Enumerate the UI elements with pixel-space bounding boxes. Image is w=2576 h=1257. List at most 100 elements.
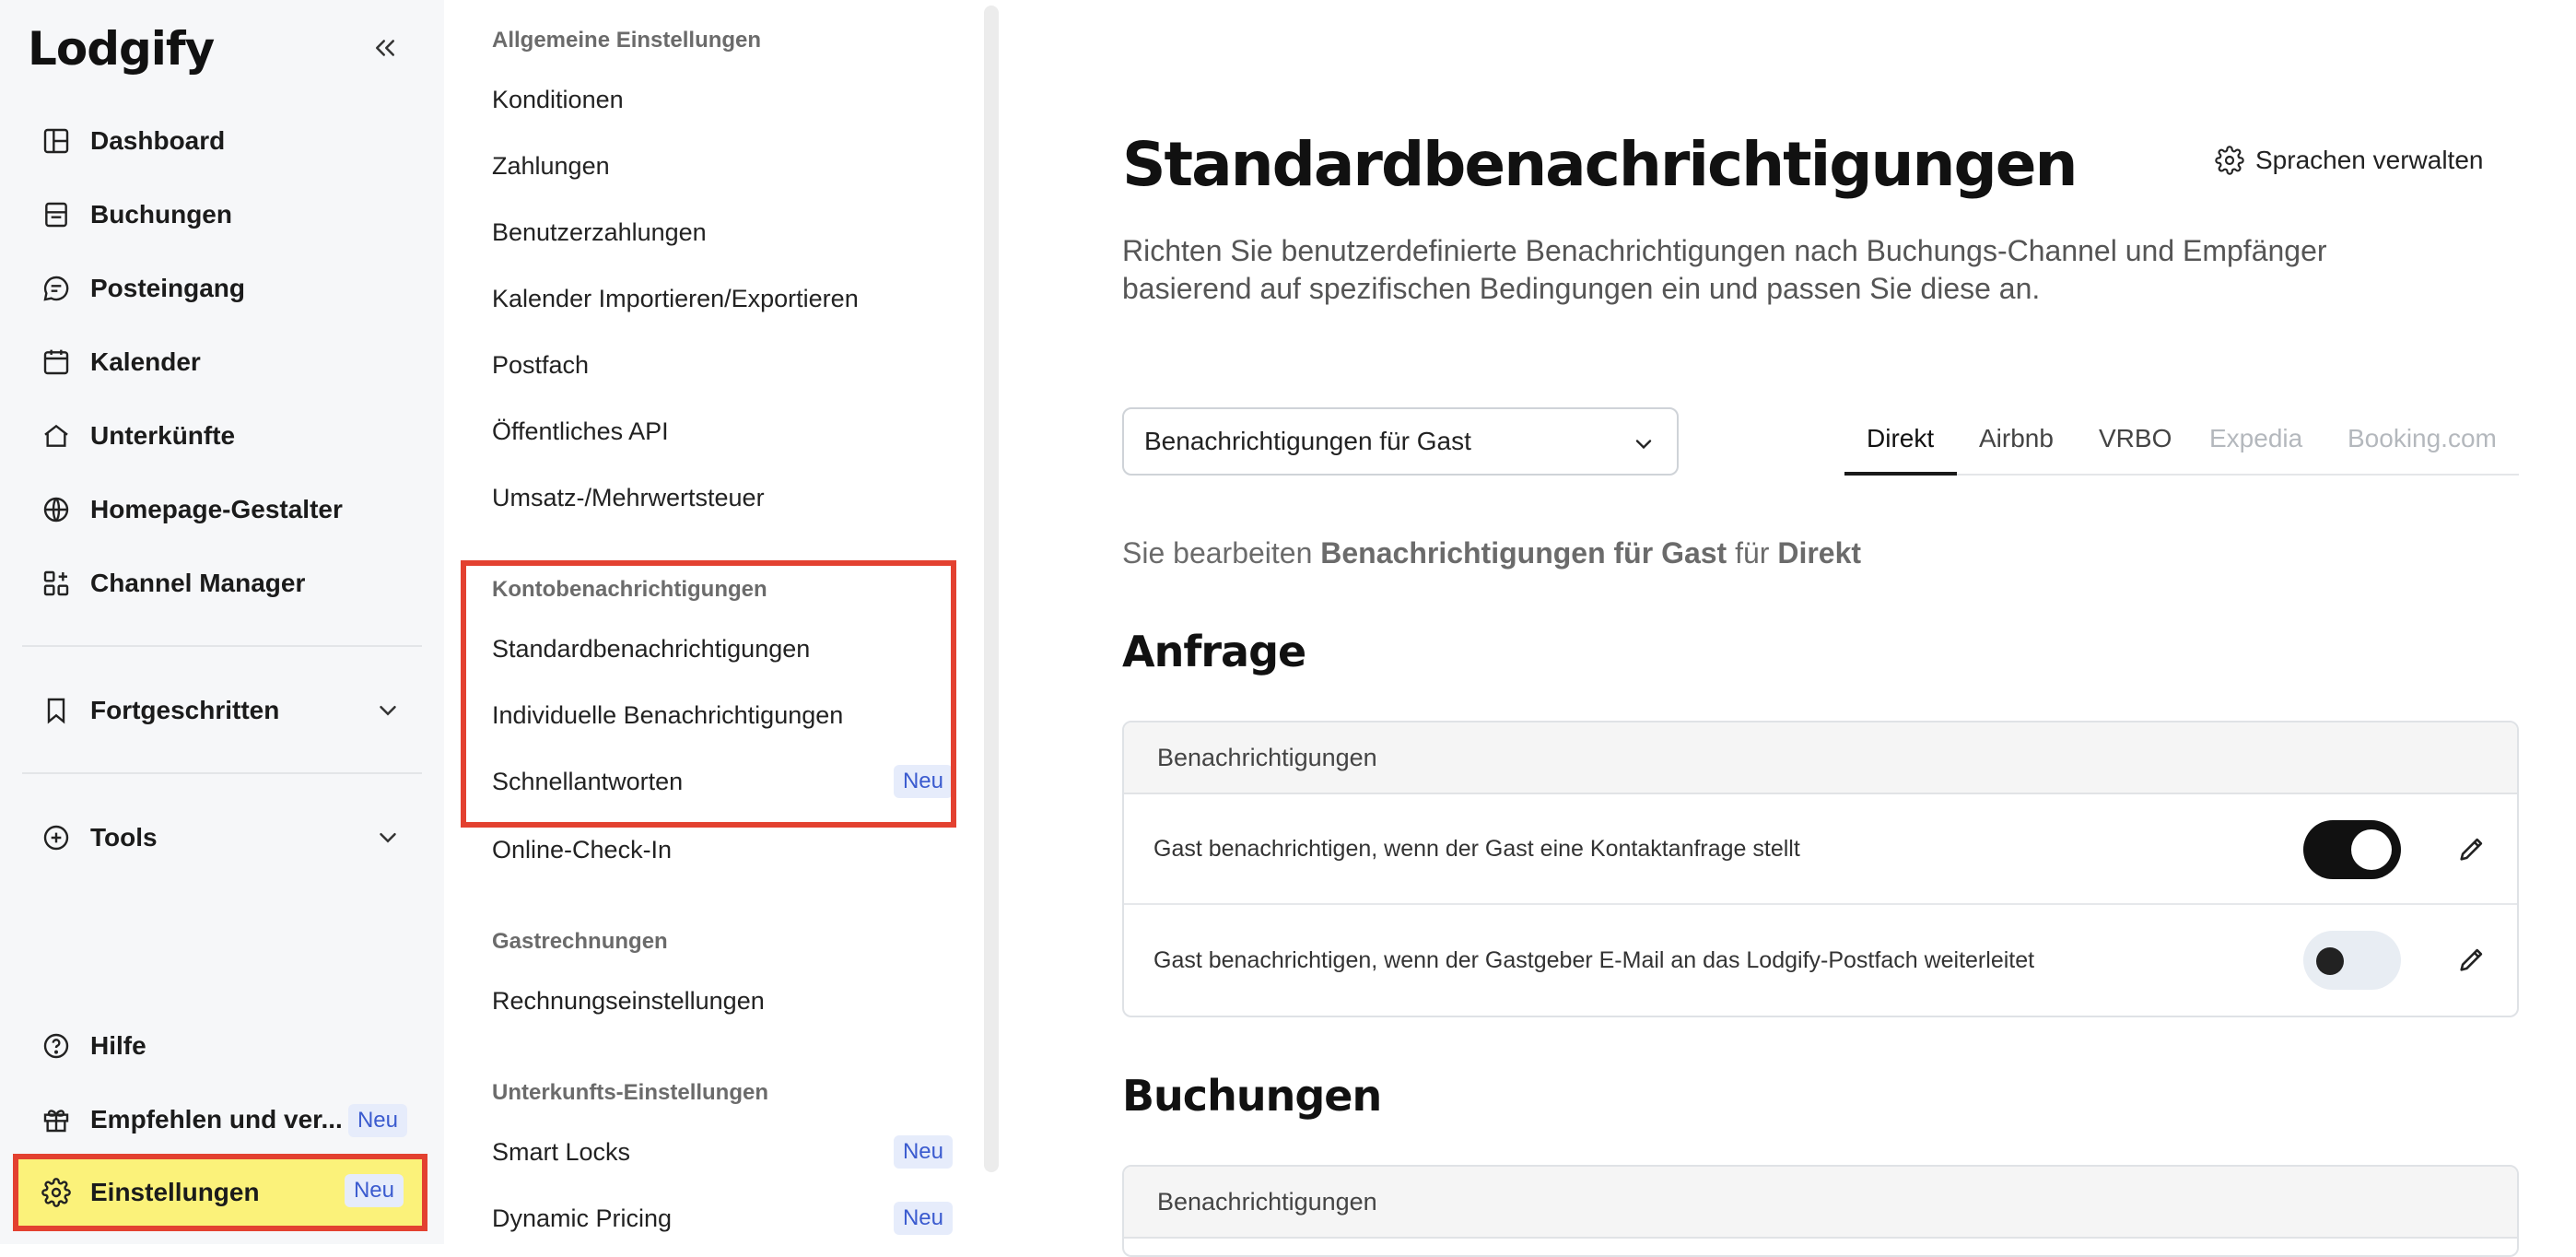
sidebar-item-channel-manager[interactable]: Channel Manager (20, 551, 426, 616)
active-tab-indicator (1844, 472, 1957, 476)
tab-airbnb[interactable]: Airbnb (1979, 424, 2054, 453)
new-badge: Neu (893, 1135, 953, 1169)
pencil-icon[interactable] (2456, 833, 2488, 864)
menu-item-invoice-settings[interactable]: Rechnungseinstellungen (492, 973, 953, 1028)
sidebar-divider (22, 772, 422, 774)
bookmark-icon (39, 693, 74, 728)
sidebar-item-label: Fortgeschritten (90, 696, 280, 724)
notification-toggle[interactable] (2303, 820, 2401, 879)
sidebar-item-settings[interactable]: Einstellungen Neu (13, 1154, 427, 1231)
lodgify-logo[interactable]: Lodgify (28, 22, 215, 76)
main-content: Standardbenachrichtigungen Sprachen verw… (1015, 0, 2576, 1257)
recipient-select[interactable]: Benachrichtigungen für Gast (1122, 407, 1679, 476)
sidebar-item-label: Channel Manager (90, 569, 306, 597)
sidebar-item-label: Posteingang (90, 274, 246, 302)
inquiry-notifications-card: Benachrichtigungen Gast benachrichtigen,… (1122, 721, 2519, 1017)
sidebar-item-refer[interactable]: Empfehlen und ver... Neu (20, 1087, 426, 1152)
menu-item-tax[interactable]: Umsatz-/Mehrwertsteuer (492, 470, 953, 525)
sidebar-item-tools[interactable]: Tools (20, 805, 426, 870)
editing-for: für (1735, 536, 1770, 570)
editing-context: Sie bearbeiten Benachrichtigungen für Ga… (1122, 536, 1861, 570)
tab-expedia: Expedia (2209, 424, 2303, 452)
menu-item-conditions[interactable]: Konditionen (492, 72, 953, 127)
sidebar: Lodgify Dashboard Buchungen Posteingang … (0, 0, 444, 1244)
editing-prefix: Sie bearbeiten (1122, 536, 1313, 570)
sidebar-item-help[interactable]: Hilfe (20, 1014, 426, 1078)
bookings-notifications-card: Benachrichtigungen (1122, 1165, 2519, 1257)
notification-toggle[interactable] (2303, 931, 2401, 990)
sidebar-divider (22, 645, 422, 647)
sidebar-item-label: Tools (90, 823, 158, 852)
sidebar-item-bookings[interactable]: Buchungen (20, 182, 426, 247)
sidebar-item-properties[interactable]: Unterkünfte (20, 404, 426, 468)
gear-icon (2215, 146, 2244, 175)
menu-item-dynamic-pricing[interactable]: Dynamic Pricing Neu (492, 1191, 953, 1246)
gift-icon (39, 1102, 74, 1137)
sidebar-item-label: Unterkünfte (90, 421, 236, 450)
notification-text: Gast benachrichtigen, wenn der Gast eine… (1153, 835, 1800, 862)
tab-booking-com: Booking.com (2348, 424, 2497, 452)
menu-item-payments[interactable]: Zahlungen (492, 138, 953, 194)
menu-scrollbar[interactable] (984, 6, 999, 1172)
menu-item-user-payments[interactable]: Benutzerzahlungen (492, 205, 953, 260)
new-badge: Neu (344, 1174, 404, 1207)
menu-item-label: Dynamic Pricing (492, 1204, 673, 1232)
new-badge: Neu (893, 1202, 953, 1235)
sidebar-item-advanced[interactable]: Fortgeschritten (20, 678, 426, 743)
pencil-icon[interactable] (2456, 944, 2488, 975)
menu-section-property: Unterkunfts-Einstellungen (492, 1080, 769, 1105)
sidebar-item-website-builder[interactable]: Homepage-Gestalter (20, 477, 426, 542)
layout-icon (39, 123, 74, 159)
editing-target: Benachrichtigungen für Gast (1320, 536, 1727, 570)
collapse-sidebar-button[interactable] (365, 28, 405, 68)
menu-section-invoices: Gastrechnungen (492, 929, 668, 954)
sidebar-item-label: Homepage-Gestalter (90, 495, 343, 523)
editing-channel: Direkt (1777, 536, 1862, 570)
grid-plus-icon (39, 566, 74, 601)
section-title-inquiry: Anfrage (1122, 627, 1306, 676)
menu-item-online-checkin[interactable]: Online-Check-In (492, 822, 953, 877)
card-header: Benachrichtigungen (1124, 722, 2517, 794)
section-title-bookings: Buchungen (1122, 1071, 1382, 1121)
notification-row: Gast benachrichtigen, wenn der Gastgeber… (1124, 905, 2517, 1016)
sidebar-item-label: Kalender (90, 347, 201, 376)
sidebar-item-dashboard[interactable]: Dashboard (20, 109, 426, 173)
notification-row: Gast benachrichtigen, wenn der Gast eine… (1124, 794, 2517, 905)
tab-direkt[interactable]: Direkt (1867, 424, 1934, 453)
menu-item-public-api[interactable]: Öffentliches API (492, 404, 953, 459)
page-subtitle: Richten Sie benutzerdefinierte Benachric… (1122, 234, 2327, 305)
sidebar-item-label: Hilfe (90, 1031, 146, 1060)
menu-item-label: Smart Locks (492, 1137, 631, 1166)
gear-icon (39, 1175, 74, 1210)
recipient-select-value: Benachrichtigungen für Gast (1144, 427, 1471, 455)
page-title: Standardbenachrichtigungen (1122, 129, 2078, 200)
plus-circle-icon (39, 820, 74, 855)
sidebar-item-inbox[interactable]: Posteingang (20, 256, 426, 321)
sidebar-item-label: Dashboard (90, 126, 226, 155)
toggle-knob (2351, 829, 2392, 870)
chevron-down-icon (380, 706, 396, 716)
sidebar-item-label: Buchungen (90, 200, 232, 229)
menu-section-general: Allgemeine Einstellungen (492, 28, 762, 53)
globe-icon (39, 492, 74, 527)
sidebar-item-calendar[interactable]: Kalender (20, 330, 426, 394)
manage-languages-label: Sprachen verwalten (2255, 146, 2484, 174)
highlight-annotation-box (461, 560, 956, 828)
calendar-icon (39, 345, 74, 380)
tab-vrbo[interactable]: VRBO (2099, 424, 2172, 453)
menu-item-smart-locks[interactable]: Smart Locks Neu (492, 1124, 953, 1180)
new-badge: Neu (347, 1104, 407, 1137)
notification-text: Gast benachrichtigen, wenn der Gastgeber… (1153, 946, 2035, 973)
chevron-down-icon (1635, 440, 1652, 450)
menu-item-calendar-sync[interactable]: Kalender Importieren/Exportieren (492, 271, 953, 326)
menu-item-mailbox[interactable]: Postfach (492, 337, 953, 393)
double-chevron-left-icon (376, 40, 394, 56)
booking-icon (39, 197, 74, 232)
help-icon (39, 1028, 74, 1063)
toggle-knob (2316, 947, 2344, 975)
chevron-down-icon (380, 833, 396, 843)
manage-languages-button[interactable]: Sprachen verwalten (2215, 146, 2483, 175)
channel-tabs: Direkt Airbnb VRBO Expedia Booking.com (1844, 407, 2519, 476)
card-header: Benachrichtigungen (1124, 1167, 2517, 1239)
sidebar-item-label: Einstellungen (90, 1178, 260, 1206)
